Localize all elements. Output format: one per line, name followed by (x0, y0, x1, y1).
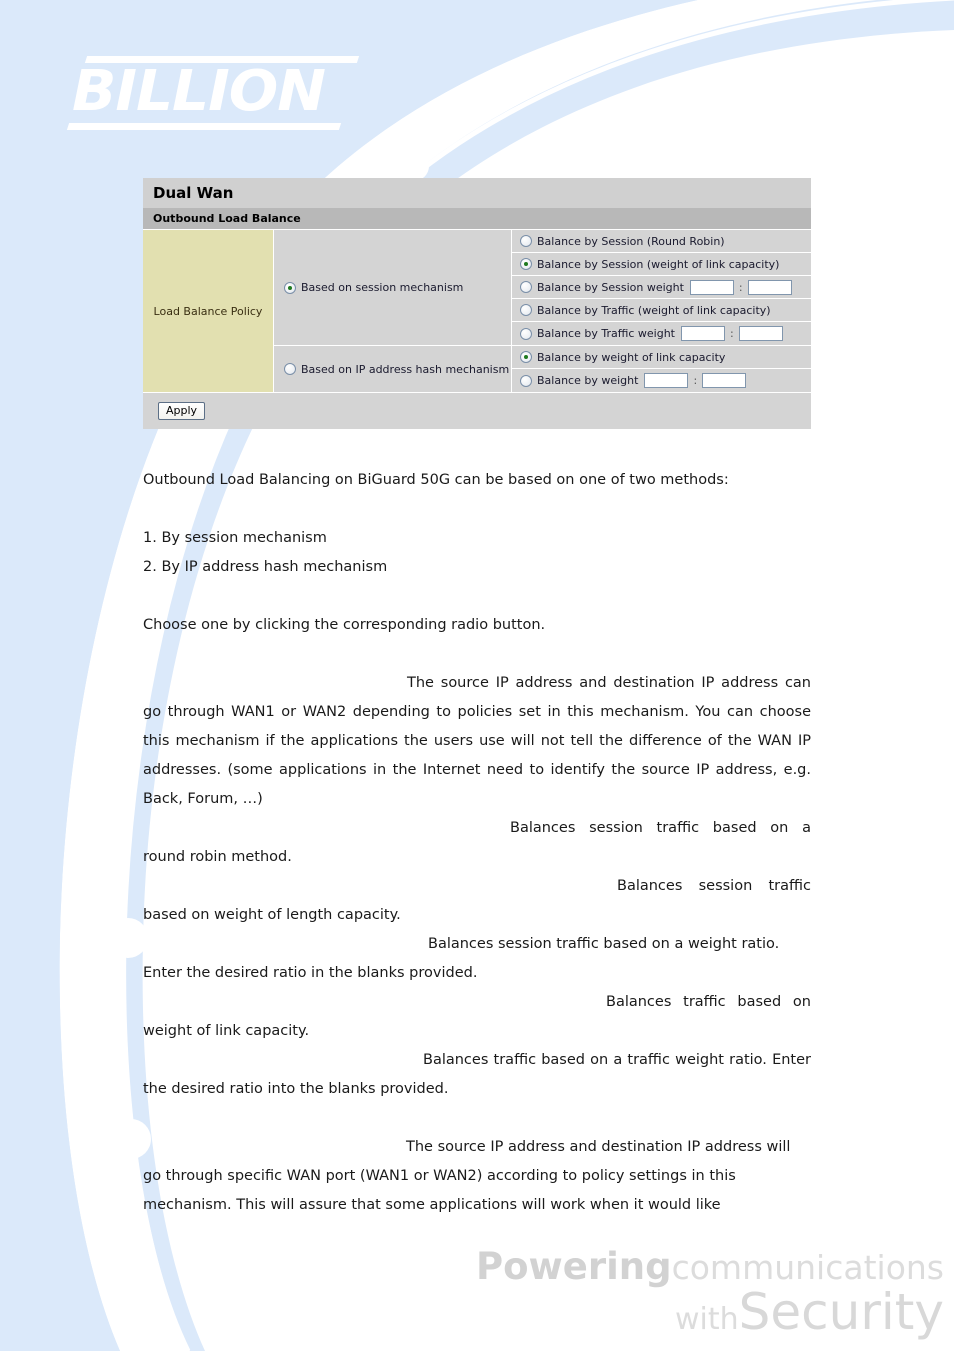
hash-weight-input-2[interactable] (702, 373, 747, 388)
paragraph-method-1: 1. By session mechanism (143, 530, 327, 546)
panel-footer: Apply (143, 392, 811, 429)
radio-icon-balance-weight[interactable] (520, 374, 532, 387)
option-balance-session-weight[interactable]: Balance by Session weight : (512, 276, 811, 299)
paragraph-round-robin: Balances session traffic based on a roun… (143, 820, 811, 865)
paragraph-session-weight-ratio: Balances session traffic based on a weig… (143, 936, 780, 981)
traffic-weight-input-1[interactable] (681, 326, 725, 341)
footer-tagline: Poweringcommunications withSecurity (476, 1248, 944, 1337)
curve-node-1 (399, 151, 429, 181)
weight-separator: : (693, 374, 698, 387)
paragraph-intro: Outbound Load Balancing on BiGuard 50G c… (143, 472, 729, 488)
radio-icon-traffic-weight[interactable] (520, 327, 532, 340)
option-label: Balance by Session (Round Robin) (537, 234, 725, 248)
document-body-text: Outbound Load Balancing on BiGuard 50G c… (143, 466, 811, 1220)
weight-separator: : (738, 280, 743, 294)
paragraph-traffic-weight-ratio: Balances traffic based on a traffic weig… (143, 1052, 811, 1097)
mechanism-radio-session[interactable]: Based on session mechanism (274, 230, 512, 345)
logo-wordmark: BILLION (72, 59, 326, 124)
option-label: Balance by Traffic (weight of link capac… (537, 303, 771, 317)
radio-icon-session-round-robin[interactable] (520, 235, 532, 247)
paragraph-traffic-weight-link: Balances traffic based on weight of link… (143, 994, 811, 1039)
session-weight-input-1[interactable] (689, 279, 734, 295)
ip-hash-mechanism-group: Based on IP address hash mechanism Balan… (274, 346, 811, 392)
option-balance-session-link-capacity[interactable]: Balance by Session (weight of link capac… (512, 253, 811, 276)
radio-icon-session-link-capacity[interactable] (520, 258, 532, 270)
tagline-line-1: Poweringcommunications (476, 1248, 944, 1285)
panel-subtitle: Outbound Load Balance (143, 208, 811, 229)
radio-icon-traffic-link-capacity[interactable] (520, 304, 532, 316)
mechanism-label-session: Based on session mechanism (301, 281, 464, 294)
session-weight-input-2[interactable] (747, 279, 792, 295)
tagline-word-communications: communications (671, 1248, 944, 1287)
mechanism-column: Based on session mechanism Balance by Se… (274, 230, 811, 392)
option-label: Balance by Session weight (537, 280, 684, 294)
tagline-line-2: withSecurity (476, 1287, 944, 1337)
option-label: Balance by weight of link capacity (537, 350, 726, 364)
paragraph-method-2: 2. By IP address hash mechanism (143, 559, 388, 575)
radio-icon-session-mechanism[interactable] (284, 281, 296, 294)
option-balance-weight[interactable]: Balance by weight : (512, 369, 811, 392)
tagline-word-security: Security (738, 1283, 944, 1341)
paragraph-choose: Choose one by clicking the corresponding… (143, 617, 546, 633)
session-options-list: Balance by Session (Round Robin) Balance… (512, 230, 811, 345)
option-label: Balance by weight (537, 374, 639, 387)
load-balance-policy-label: Load Balance Policy (143, 230, 274, 392)
hash-weight-input-1[interactable] (644, 373, 689, 388)
session-mechanism-group: Based on session mechanism Balance by Se… (274, 230, 811, 346)
paragraph-session-mechanism: The source IP address and destination IP… (143, 675, 811, 807)
logo-bottom-bar (66, 123, 342, 130)
option-label: Balance by Traffic weight (537, 327, 675, 340)
mechanism-label-ip-hash: Based on IP address hash mechanism (301, 362, 510, 376)
panel-title: Dual Wan (143, 178, 811, 208)
ip-hash-options-list: Balance by weight of link capacity Balan… (512, 346, 811, 392)
traffic-weight-input-2[interactable] (738, 326, 783, 341)
radio-icon-session-weight[interactable] (520, 281, 532, 293)
option-balance-session-round-robin[interactable]: Balance by Session (Round Robin) (512, 230, 811, 253)
apply-button[interactable]: Apply (158, 402, 206, 420)
mechanism-radio-ip-hash[interactable]: Based on IP address hash mechanism (274, 346, 512, 392)
radio-icon-weight-link-capacity[interactable] (520, 351, 532, 363)
weight-separator: : (730, 327, 734, 340)
curve-node-2 (108, 918, 148, 958)
option-balance-traffic-link-capacity[interactable]: Balance by Traffic (weight of link capac… (512, 299, 811, 322)
paragraph-session-weight-link: Balances session traffic based on weight… (143, 878, 811, 923)
option-balance-traffic-weight[interactable]: Balance by Traffic weight : (512, 322, 811, 345)
paragraph-ip-hash-mechanism: The source IP address and destination IP… (143, 1139, 791, 1213)
panel-body: Load Balance Policy Based on session mec… (143, 229, 811, 392)
radio-icon-ip-hash-mechanism[interactable] (284, 363, 296, 375)
option-balance-weight-link-capacity[interactable]: Balance by weight of link capacity (512, 346, 811, 369)
billion-logo: BILLION (66, 56, 360, 130)
tagline-word-powering: Powering (476, 1245, 672, 1288)
tagline-word-with: with (675, 1302, 739, 1337)
option-label: Balance by Session (weight of link capac… (537, 257, 780, 271)
dual-wan-panel: Dual Wan Outbound Load Balance Load Bala… (143, 178, 811, 429)
